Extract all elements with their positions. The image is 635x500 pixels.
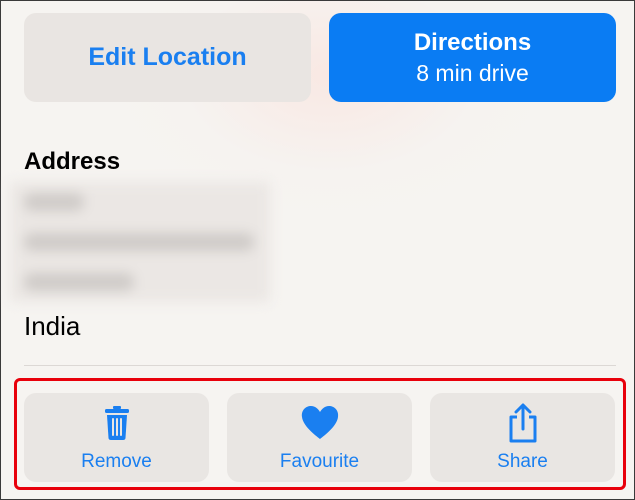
redacted-line <box>24 273 134 291</box>
redacted-line <box>24 233 254 251</box>
directions-button[interactable]: Directions 8 min drive <box>329 13 616 102</box>
address-heading: Address <box>24 148 121 175</box>
edit-location-button[interactable]: Edit Location <box>24 13 311 102</box>
redacted-line <box>24 193 84 211</box>
directions-drive-time: 8 min drive <box>416 59 529 86</box>
divider <box>24 365 616 366</box>
edit-location-label: Edit Location <box>88 43 247 71</box>
redacted-address-lines <box>10 182 270 302</box>
remove-label: Remove <box>81 450 152 472</box>
heart-icon <box>300 403 340 443</box>
remove-button[interactable]: Remove <box>24 393 209 482</box>
directions-label: Directions <box>413 28 532 56</box>
share-label: Share <box>497 450 548 472</box>
address-country: India <box>24 311 81 341</box>
share-button[interactable]: Share <box>430 393 615 482</box>
trash-icon <box>97 403 137 443</box>
favourite-label: Favourite <box>279 450 360 472</box>
share-icon <box>503 403 543 443</box>
favourite-button[interactable]: Favourite <box>227 393 412 482</box>
